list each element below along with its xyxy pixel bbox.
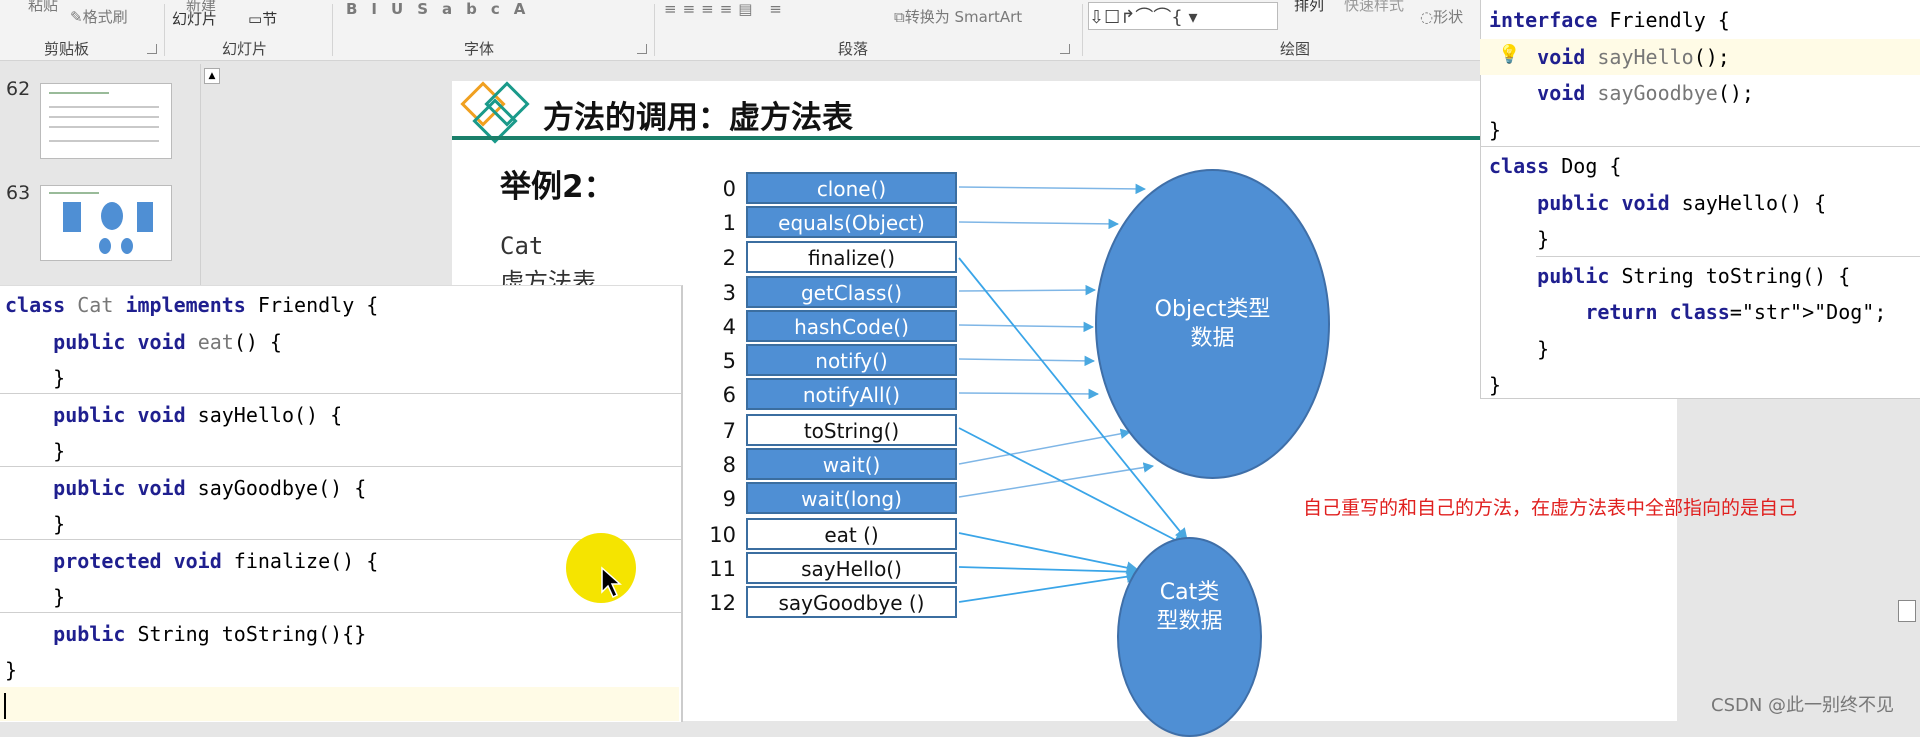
code-line: } [1489,336,1550,361]
object-ellipse-label: Object类型 数据 [1154,297,1271,351]
vtable-index: 12 [709,591,736,615]
arrow-saygoodbye [958,570,1140,603]
code-line: } [1489,227,1550,251]
code-line: void sayHello(); [1537,44,1730,69]
vtable-cell: sayGoodbye () [746,586,957,618]
code-line: return class="str">"Dog"; [1585,300,1887,324]
arrow-sayhello [958,565,1140,578]
code-line: public void sayHello() { [1537,190,1827,215]
vtable-index: 8 [722,453,736,477]
vtable-cell: equals(Object) [746,206,957,238]
vtable-index: 5 [722,349,736,373]
code-line: public String toString() { [1537,263,1851,288]
arrow-clone [958,183,1147,195]
arrow-waitlong [958,462,1155,498]
arrow-getclass [958,284,1097,296]
vtable-index: 9 [722,487,736,511]
code-line: } [5,439,66,463]
red-annotation: 自己重写的和自己的方法，在虚方法表中全部指向的是自己 [1303,497,1798,519]
arrow-eat [958,532,1140,574]
current-line-highlight [0,687,679,721]
code-line: void sayGoodbye(); [1537,81,1754,105]
code-line: protected void finalize() { [53,548,379,573]
vtable-index: 1 [722,211,736,235]
vtable-index: 3 [722,281,736,305]
cat-ellipse-label: Cat类 型数据 [1156,580,1223,634]
code-line: public String toString(){} [53,621,367,646]
vtable-cell: eat () [746,518,957,550]
csdn-watermark: CSDN @此一别终不见 [1711,695,1895,716]
vtable-cell: notifyAll() [746,378,957,410]
vtable-index: 10 [709,523,736,547]
arrow-equals [958,218,1120,230]
vtable-index: 0 [722,177,736,201]
arrow-hashcode [958,321,1095,333]
code-line: } [5,512,66,536]
vtable-cell: toString() [746,414,957,446]
code-line: } [5,658,18,682]
vtable-cell: finalize() [746,241,957,273]
code-line: class Dog { [1489,154,1622,178]
vtable-index: 11 [709,557,736,581]
code-line: class Cat implements Friendly { [5,293,379,317]
vtable-cell: getClass() [746,276,957,308]
vtable-cell: notify() [746,344,957,376]
code-line: public void eat() { [53,329,282,354]
code-line: public void sayHello() { [53,402,343,427]
text-cursor [4,693,6,719]
mouse-pointer-icon [601,566,622,599]
code-line: public void sayGoodbye() { [53,475,367,500]
vtable-index: 6 [722,383,736,407]
vtable-index: 2 [722,246,736,270]
code-line: interface Friendly { [1489,8,1730,32]
vtable-cell: wait(long) [746,482,957,514]
vtable-cell: wait() [746,448,957,480]
vtable-index: 7 [722,419,736,443]
code-line: } [1489,117,1502,142]
code-line: } [5,585,66,609]
code-line: } [5,366,66,390]
vtable-cell: hashCode() [746,310,957,342]
side-handle[interactable] [1898,600,1916,622]
vtable-cell: sayHello() [746,552,957,584]
object-type-data-ellipse: Object类型 数据 [1095,169,1330,479]
arrow-notify [958,355,1096,367]
vtable-cell: clone() [746,172,957,204]
arrow-notifyall [958,388,1100,400]
code-line: } [1489,373,1502,397]
vtable-index: 4 [722,315,736,339]
cat-type-data-ellipse: Cat类 型数据 [1117,537,1262,737]
